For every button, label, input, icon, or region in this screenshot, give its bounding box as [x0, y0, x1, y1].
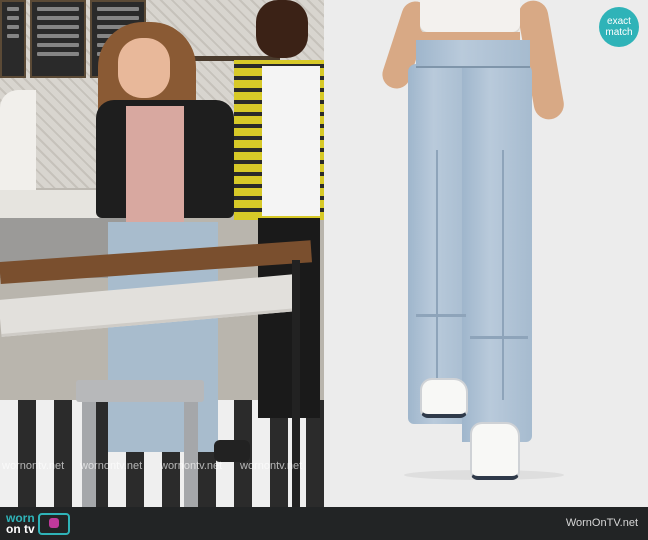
- badge-line-2: match: [605, 27, 633, 38]
- jeans-waistband: [416, 40, 530, 68]
- tv-icon: [37, 513, 70, 535]
- logo-line-2: on tv: [6, 522, 35, 536]
- wornontv-logo[interactable]: worn on tv: [6, 511, 70, 537]
- jeans-knee-panel: [470, 336, 528, 339]
- badge-line-1: exact: [607, 16, 631, 27]
- logo-text: worn on tv: [6, 512, 35, 536]
- watermark: wornontv.net: [80, 460, 143, 472]
- exact-match-badge: exact match: [599, 7, 639, 47]
- watermark: wornontv.net: [160, 460, 223, 472]
- stool-seat: [76, 380, 204, 402]
- jeans-seam: [436, 150, 438, 380]
- metal-stool: [76, 380, 204, 507]
- girl-sequin-top: [126, 106, 184, 222]
- person-edge: [0, 90, 36, 190]
- product-photo: [324, 0, 648, 507]
- scene-photo: wornontv.net wornontv.net wornontv.net w…: [0, 0, 324, 507]
- white-sneaker: [470, 422, 520, 480]
- boy-head: [256, 0, 308, 58]
- watermark: wornontv.net: [240, 460, 303, 472]
- site-url[interactable]: WornOnTV.net: [566, 517, 638, 529]
- jeans-knee-panel: [416, 314, 466, 317]
- menu-chalkboard: [30, 0, 86, 78]
- jeans-right-leg: [462, 64, 532, 442]
- stool-leg: [82, 402, 96, 507]
- girl-shoe: [214, 440, 250, 462]
- jeans-seam: [502, 150, 504, 400]
- menu-chalkboard: [0, 0, 26, 78]
- boy-tshirt: [262, 66, 320, 216]
- stool-leg: [184, 402, 198, 507]
- white-sneaker: [420, 378, 468, 418]
- girl-face: [118, 38, 170, 98]
- white-crop-top: [420, 0, 520, 32]
- footer-bar: worn on tv WornOnTV.net: [0, 507, 648, 540]
- watermark: wornontv.net: [2, 460, 65, 472]
